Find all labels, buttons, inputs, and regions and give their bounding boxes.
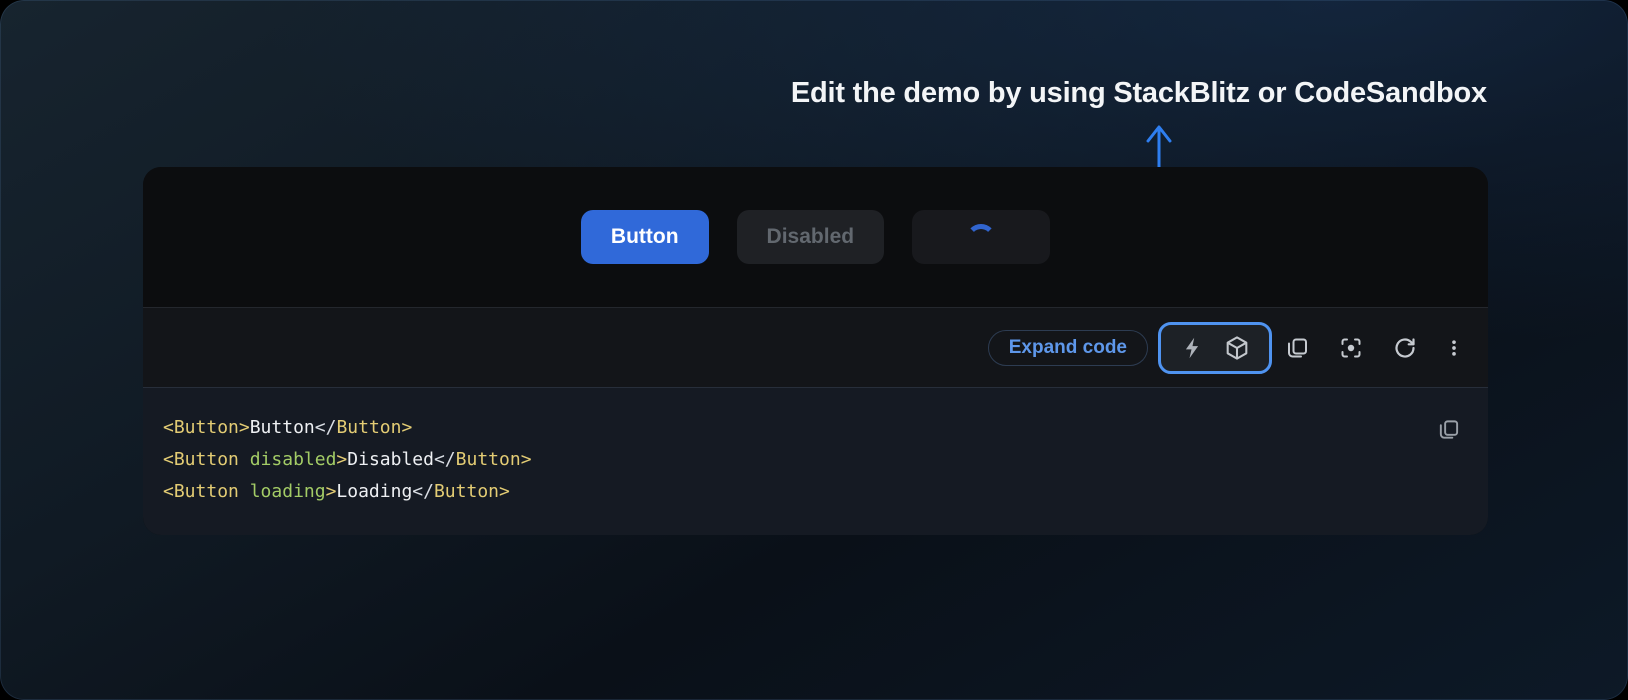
annotation-heading: Edit the demo by using StackBlitz or Cod… bbox=[791, 77, 1487, 110]
refresh-icon bbox=[1393, 336, 1417, 360]
loading-spinner-icon bbox=[966, 224, 996, 254]
code-copy-button[interactable] bbox=[1437, 418, 1460, 444]
codesandbox-button[interactable] bbox=[1224, 335, 1250, 361]
copy-icon bbox=[1437, 429, 1460, 444]
code-lines: <Button>Button</Button><Button disabled>… bbox=[163, 412, 1468, 508]
stackblitz-lightning-icon bbox=[1181, 336, 1205, 360]
copy-code-button[interactable] bbox=[1284, 335, 1310, 361]
codesandbox-cube-icon bbox=[1224, 335, 1250, 361]
code-line: <Button disabled>Disabled</Button> bbox=[163, 444, 1468, 476]
demo-toolbar: Expand code bbox=[143, 307, 1488, 387]
loading-button[interactable] bbox=[912, 210, 1050, 264]
code-line: <Button loading>Loading</Button> bbox=[163, 476, 1468, 508]
more-menu-button[interactable] bbox=[1446, 335, 1462, 361]
ellipsis-vertical-icon bbox=[1444, 336, 1464, 360]
sandbox-buttons-highlight-group bbox=[1158, 322, 1272, 374]
code-line: <Button>Button</Button> bbox=[163, 412, 1468, 444]
stackblitz-button[interactable] bbox=[1180, 335, 1206, 361]
disabled-button[interactable]: Disabled bbox=[737, 210, 885, 264]
code-block: <Button>Button</Button><Button disabled>… bbox=[143, 387, 1488, 535]
focus-scan-icon bbox=[1339, 336, 1363, 360]
demo-preview-area: Button Disabled bbox=[143, 167, 1488, 307]
expand-code-button[interactable]: Expand code bbox=[988, 330, 1148, 366]
primary-button[interactable]: Button bbox=[581, 210, 709, 264]
focus-view-button[interactable] bbox=[1338, 335, 1364, 361]
toolbar-icon-row bbox=[1284, 335, 1462, 361]
copy-icon bbox=[1285, 336, 1309, 360]
refresh-demo-button[interactable] bbox=[1392, 335, 1418, 361]
demo-card: Button Disabled Expand code bbox=[143, 167, 1488, 535]
